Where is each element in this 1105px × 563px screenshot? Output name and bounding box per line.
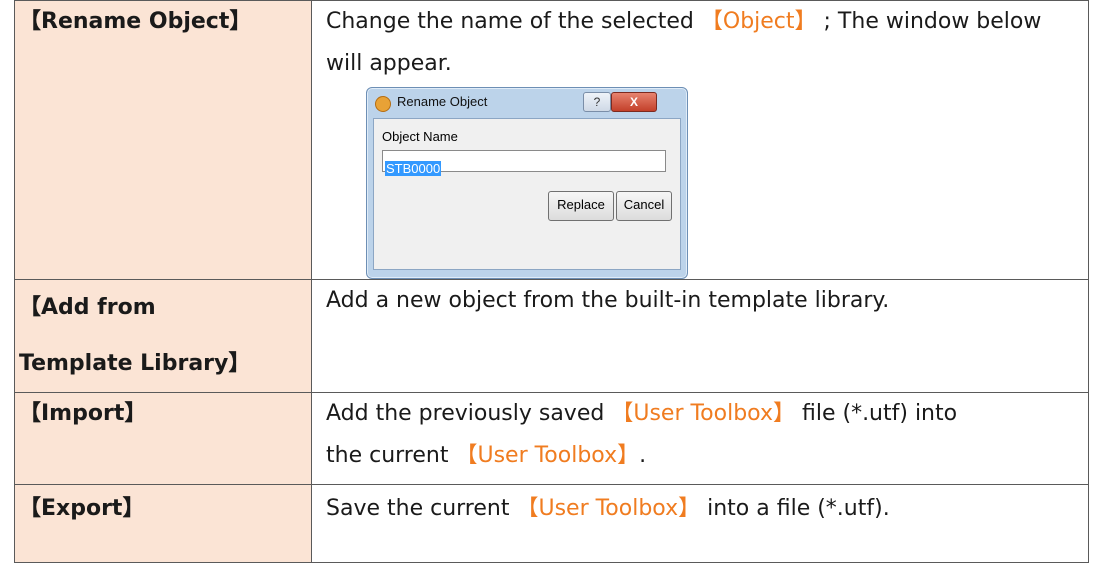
help-button[interactable]: ? [583,92,611,112]
term-cell: 【Export】 [14,484,312,563]
desc-highlight: 【User Toolbox】 [611,401,795,426]
description-cell: Add a new object from the built-in templ… [311,279,1089,393]
object-name-input[interactable]: STB0000 [382,150,666,176]
close-button[interactable]: X [611,92,657,112]
term-import: 【Import】 [19,401,147,426]
term-add-from-template-line2: Template Library】 [19,351,251,376]
selected-text: STB0000 [385,161,442,176]
desc-highlight: 【Object】 [700,9,817,34]
term-cell: 【Rename Object】 [14,0,312,280]
desc-text: . [639,443,647,468]
desc-text: Add the previously saved [326,401,605,426]
desc-text: Add a new object from the built-in templ… [326,288,890,313]
term-export: 【Export】 [19,496,145,521]
function-table: 【Rename Object】 Change the name of the s… [14,0,1089,563]
term-cell: 【Import】 [14,392,312,485]
dialog-title: Rename Object [397,94,488,109]
table-row: 【Rename Object】 Change the name of the s… [14,0,1089,280]
replace-button[interactable]: Replace [548,191,614,221]
cancel-button[interactable]: Cancel [616,191,672,221]
object-name-label: Object Name [382,129,458,144]
table-row: 【Export】 Save the current 【User Toolbox】… [14,484,1089,563]
rename-object-dialog: Rename Object ? X Object Name STB0000 Re… [366,87,688,279]
app-icon [375,96,391,112]
desc-text: Change the name of the selected [326,9,694,34]
desc-text: file (*.utf) into [801,401,958,426]
term-rename-object: 【Rename Object】 [19,9,252,34]
desc-highlight: 【User Toolbox】 [516,496,701,521]
desc-text: into a file (*.utf). [707,496,890,521]
description-cell: Save the current 【User Toolbox】 into a f… [311,484,1089,563]
desc-highlight: 【User Toolbox】 [455,443,640,468]
description-cell: Change the name of the selected 【Object】… [311,0,1089,280]
term-cell: 【Add from Template Library】 [14,279,312,393]
description-cell: Add the previously saved 【User Toolbox】 … [311,392,1089,485]
desc-text: the current [326,443,449,468]
term-add-from-template-line1: 【Add from [19,295,156,320]
desc-text: Save the current [326,496,510,521]
table-row: 【Add from Template Library】 Add a new ob… [14,279,1089,393]
dialog-body: Object Name STB0000 Replace Cancel [373,118,681,270]
table-row: 【Import】 Add the previously saved 【User … [14,392,1089,485]
